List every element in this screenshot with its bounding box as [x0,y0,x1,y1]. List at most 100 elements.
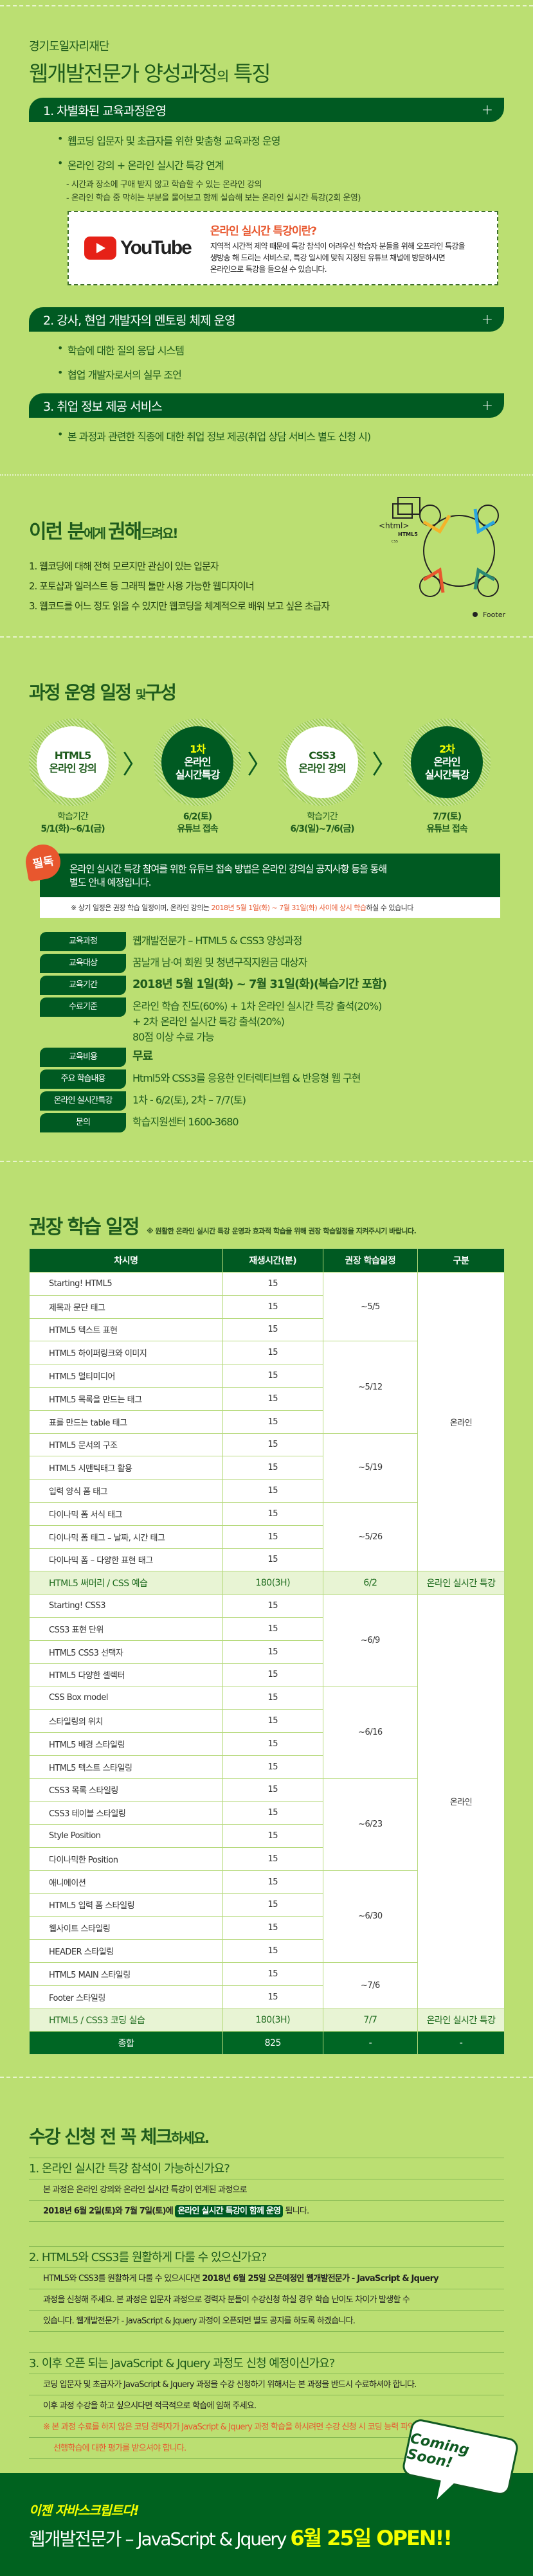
lesson-date: ~5/26 [322,1501,419,1572]
info-value: 꿈날개 남·여 회원 및 청년구직지원금 대상자 [132,954,307,970]
lesson-date: 6/2 [322,1571,419,1595]
lesson-name: HTML5 시맨틱태그 활용 [29,1456,223,1480]
title-main: 웹개발전문가 양성과정 [29,61,218,86]
info-key: 교육과정 [40,932,126,951]
lesson-name: 표를 만드는 table 태그 [29,1409,223,1434]
info-value: Html5와 CSS3를 응용한 인터렉티브웹 & 반응형 웹 구현 [132,1069,361,1086]
chat-icon [397,497,420,515]
step-line: 실시간특강 [424,769,470,781]
lesson-name: HTML5 MAIN 스타일링 [29,1962,223,1986]
info-value-line: 꿈날개 남·여 회원 및 청년구직지원금 대상자 [132,956,307,969]
gear-icon [473,612,478,617]
lesson-minutes: 15 [222,1686,323,1710]
banner-text: 웹개발전문가 – JavaScript & Jquery [29,2528,291,2550]
answer-line: 본 과정은 온라인 강의와 온라인 실시간 특강이 연계된 과정으로 [29,2179,504,2201]
footnote-text: ※ 상기 일정은 권장 학습 일정이며, 온라인 강의는 [71,904,212,912]
lesson-name: HTML5 / CSS3 코딩 실습 [29,2008,223,2032]
feature-bar-1[interactable]: 1. 차별화된 교육과정운영 + [29,98,504,122]
lesson-name: HTML5 배경 스타일링 [29,1731,223,1756]
info-row: 주요 학습내용 Html5와 CSS3를 응용한 인터렉티브웹 & 반응형 웹 구… [40,1069,533,1089]
lesson-minutes: 15 [222,1525,323,1549]
column-header: 구분 [417,1248,505,1273]
info-value-line: 2018년 5월 1일(화) ~ 7월 31일(화)(복습기간 포함) [132,978,387,991]
title-part: 하세요. [171,2131,210,2147]
lesson-name: Style Position [29,1824,223,1848]
check-q2: 2. HTML5와 CSS3를 원활하게 다룰 수 있으신가요? HTML5와 … [29,2246,504,2332]
answer-line: 코딩 입문자 및 초급자가 JavaScript & Jquery 과정을 수강… [29,2374,504,2396]
lesson-name: HTML5 텍스트 스타일링 [29,1755,223,1779]
step-3: CSS3 온라인 강의 [278,719,366,806]
coming-soon-banner[interactable]: Coming Soon! 이젠 자바스크립트다! 웹개발전문가 – JavaSc… [0,2417,533,2576]
info-row: 온라인 실시간특강 1차 - 6/2(토), 2차 – 7/7(토) [40,1091,533,1111]
label-line: 5/1(화)~6/1(금) [41,824,105,834]
title-part: 이런 분 [29,521,85,543]
label-line: 유튜브 접속 [177,824,218,834]
answer-line: HTML5와 CSS3를 원활하게 다룰 수 있으시다면 2018년 6월 25… [29,2268,504,2290]
lesson-minutes: 15 [222,1778,323,1802]
info-value-line: Html5와 CSS3를 응용한 인터렉티브웹 & 반응형 웹 구현 [132,1072,361,1084]
lesson-type: 온라인 [417,1594,505,2009]
plus-icon[interactable]: + [482,312,493,328]
feature-bar-3[interactable]: 3. 취업 정보 제공 서비스 + [29,393,504,418]
title-text: 권장 학습 일정 [29,1216,140,1239]
highlight-text: 온라인 실시간 특강이 함께 운영 [175,2205,284,2218]
lesson-minutes: 15 [222,1364,323,1388]
info-key: 수료기준 [40,997,126,1017]
info-value-line: 무료 [132,1050,153,1063]
lesson-name: Footer 스타일링 [29,1985,223,2009]
info-value-line: 웹개발전문가 – HTML5 & CSS3 양성과정 [132,935,302,947]
step-round: 1차 [190,743,206,755]
info-value: 웹개발전문가 – HTML5 & CSS3 양성과정 [132,932,302,949]
info-row: 문의 학습지원센터 1600-3680 [40,1113,533,1132]
lesson-name: 웹사이트 스타일링 [29,1916,223,1940]
chevron-right-icon: 〉 [122,750,148,780]
info-row: 교육과정 웹개발전문가 – HTML5 & CSS3 양성과정 [40,932,533,951]
lesson-date: ~5/5 [322,1271,419,1342]
lesson-type: 온라인 실시간 특강 [417,1571,505,1595]
feature-bar-2[interactable]: 2. 강사, 현업 개발자의 멘토링 체제 운영 + [29,307,504,332]
plus-icon[interactable]: + [482,102,493,118]
html5-label: HTML5 [398,532,418,537]
footnote-highlight: 2018년 5월 1일(화) ~ 7월 31일(화) 사이에 상시 학습 [211,904,366,912]
youtube-heading: 온라인 실시간 특강이란? [210,224,317,238]
label-line: 6/3(일)~7/6(금) [290,824,354,834]
step-line: 실시간특강 [175,769,221,781]
features-section: 경기도일자리재단 웹개발전문가 양성과정의 특징 1. 차별화된 교육과정운영 … [0,6,533,463]
lesson-minutes: 180(3H) [222,2008,323,2032]
footer-label: Footer [483,611,505,619]
lesson-name: HTML5 써머리 / CSS 예습 [29,1571,223,1595]
bullet-item: 웹코딩 입문자 및 초급자를 위한 맞춤형 교육과정 운영 [57,132,504,148]
lesson-name: 입력 양식 폼 태그 [29,1479,223,1503]
total-row: 종합 825- - [29,2031,505,2055]
check-title: 수강 신청 전 꼭 체크하세요. [0,2078,533,2149]
lesson-name: HTML5 멀티미디어 [29,1364,223,1388]
answer-line: 이후 과정 수강을 하고 싶으시다면 적극적으로 학습에 임해 주세요. [29,2395,504,2417]
lesson-minutes: 15 [222,1548,323,1572]
bullet-item: 협업 개발자로서의 실무 조언 [57,366,504,382]
recommend-item: 3. 웹코드를 어느 정도 읽을 수 있지만 웹코딩을 체계적으로 배워 보고 … [29,600,330,612]
banner-highlight: 6월 25일 OPEN!! [290,2526,452,2551]
info-key: 교육비용 [40,1048,126,1067]
lesson-name: HTML5 하이퍼링크와 이미지 [29,1341,223,1365]
feature-label: 1. 차별화된 교육과정운영 [43,103,167,118]
title-end: 특징 [233,61,271,86]
step-circle: CSS3 온라인 강의 [286,726,358,798]
lesson-name: 다이나믹 폼 – 다양한 표현 태그 [29,1548,223,1572]
plus-icon[interactable]: + [482,398,493,414]
info-key: 문의 [40,1113,126,1132]
schedule-section: 과정 운영 일정 및구성 HTML5 온라인 강의 〉 1차 온라인 실시간특강 〉 … [0,638,533,1132]
lesson-minutes: 180(3H) [222,1571,323,1595]
learning-schedule-section: 권장 학습 일정 ※ 원활한 온라인 실시간 특강 운영과 효과적 학습을 위해… [0,1162,533,2055]
lesson-minutes: 15 [222,1962,323,1986]
answer-line: 2018년 6월 2일(토)와 7월 7일(토)에 온라인 실시간 특강이 함께… [29,2201,504,2223]
learning-table: 차시명 재생시간(분) 권장 학습일정 구분 Starting! HTML5 15… [29,1248,505,2055]
lesson-type: 온라인 실시간 특강 [417,2008,505,2032]
column-header: 재생시간(분) [222,1248,323,1273]
step-line: 온라인 [184,756,211,768]
bullet-item: 본 과정과 관련한 직종에 대한 취업 정보 제공(취업 상담 서비스 별도 신… [57,428,504,443]
column-header: 권장 학습일정 [322,1248,419,1273]
lesson-minutes: 15 [222,1939,323,1963]
lesson-minutes: 15 [222,1824,323,1848]
bullet-item: 온라인 강의 + 온라인 실시간 특강 연계 [57,157,504,172]
info-value: 무료 [132,1048,153,1064]
